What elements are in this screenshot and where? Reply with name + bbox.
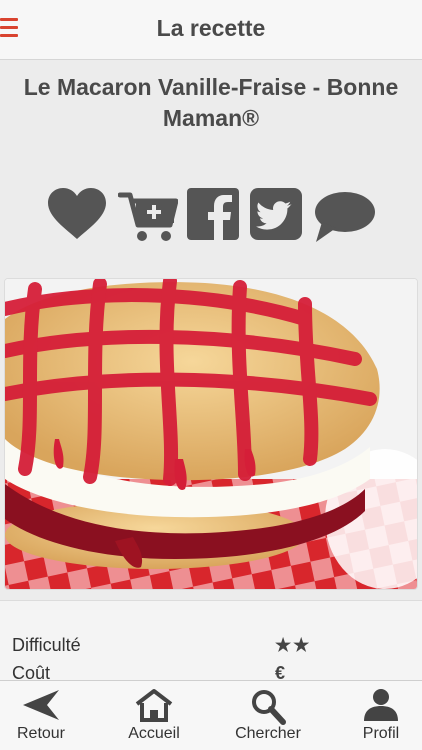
profile-icon	[364, 689, 398, 721]
recipe-photo	[4, 278, 418, 590]
back-arrow-icon	[23, 690, 59, 720]
tab-profile[interactable]: Profil	[336, 681, 422, 750]
recipe-title-line-1: Le Macaron Vanille-Fraise - Bonne	[23, 74, 399, 100]
action-toolbar	[0, 185, 422, 245]
tab-home[interactable]: Accueil	[109, 681, 199, 750]
tab-back[interactable]: Retour	[0, 681, 86, 750]
recipe-details: Difficulté ★★ Coût €	[0, 600, 422, 683]
tab-search[interactable]: Chercher	[223, 681, 313, 750]
tab-profile-label: Profil	[362, 725, 400, 742]
search-icon	[252, 690, 286, 725]
difficulty-stars: ★★	[275, 635, 312, 655]
recipe-title-line-2: Maman®	[162, 105, 260, 131]
macaron-image	[5, 279, 417, 589]
twitter-icon[interactable]	[250, 188, 302, 240]
comment-icon[interactable]	[312, 190, 376, 244]
heart-icon[interactable]	[46, 187, 108, 241]
tab-home-label: Accueil	[128, 725, 180, 742]
bottom-tab-bar: Retour Accueil Chercher Profil	[0, 680, 422, 750]
tab-search-label: Chercher	[235, 725, 301, 742]
page-title: La recette	[156, 15, 266, 41]
recipe-title: Le Macaron Vanille-Fraise - Bonne Maman®	[0, 72, 422, 134]
tab-back-label: Retour	[16, 725, 66, 742]
difficulty-label: Difficulté	[12, 635, 81, 655]
home-icon	[135, 689, 173, 722]
add-to-cart-icon[interactable]	[118, 191, 178, 243]
facebook-icon[interactable]	[187, 188, 239, 240]
difficulty-row: Difficulté ★★	[12, 635, 412, 659]
top-navigation-bar: La recette	[0, 0, 422, 60]
